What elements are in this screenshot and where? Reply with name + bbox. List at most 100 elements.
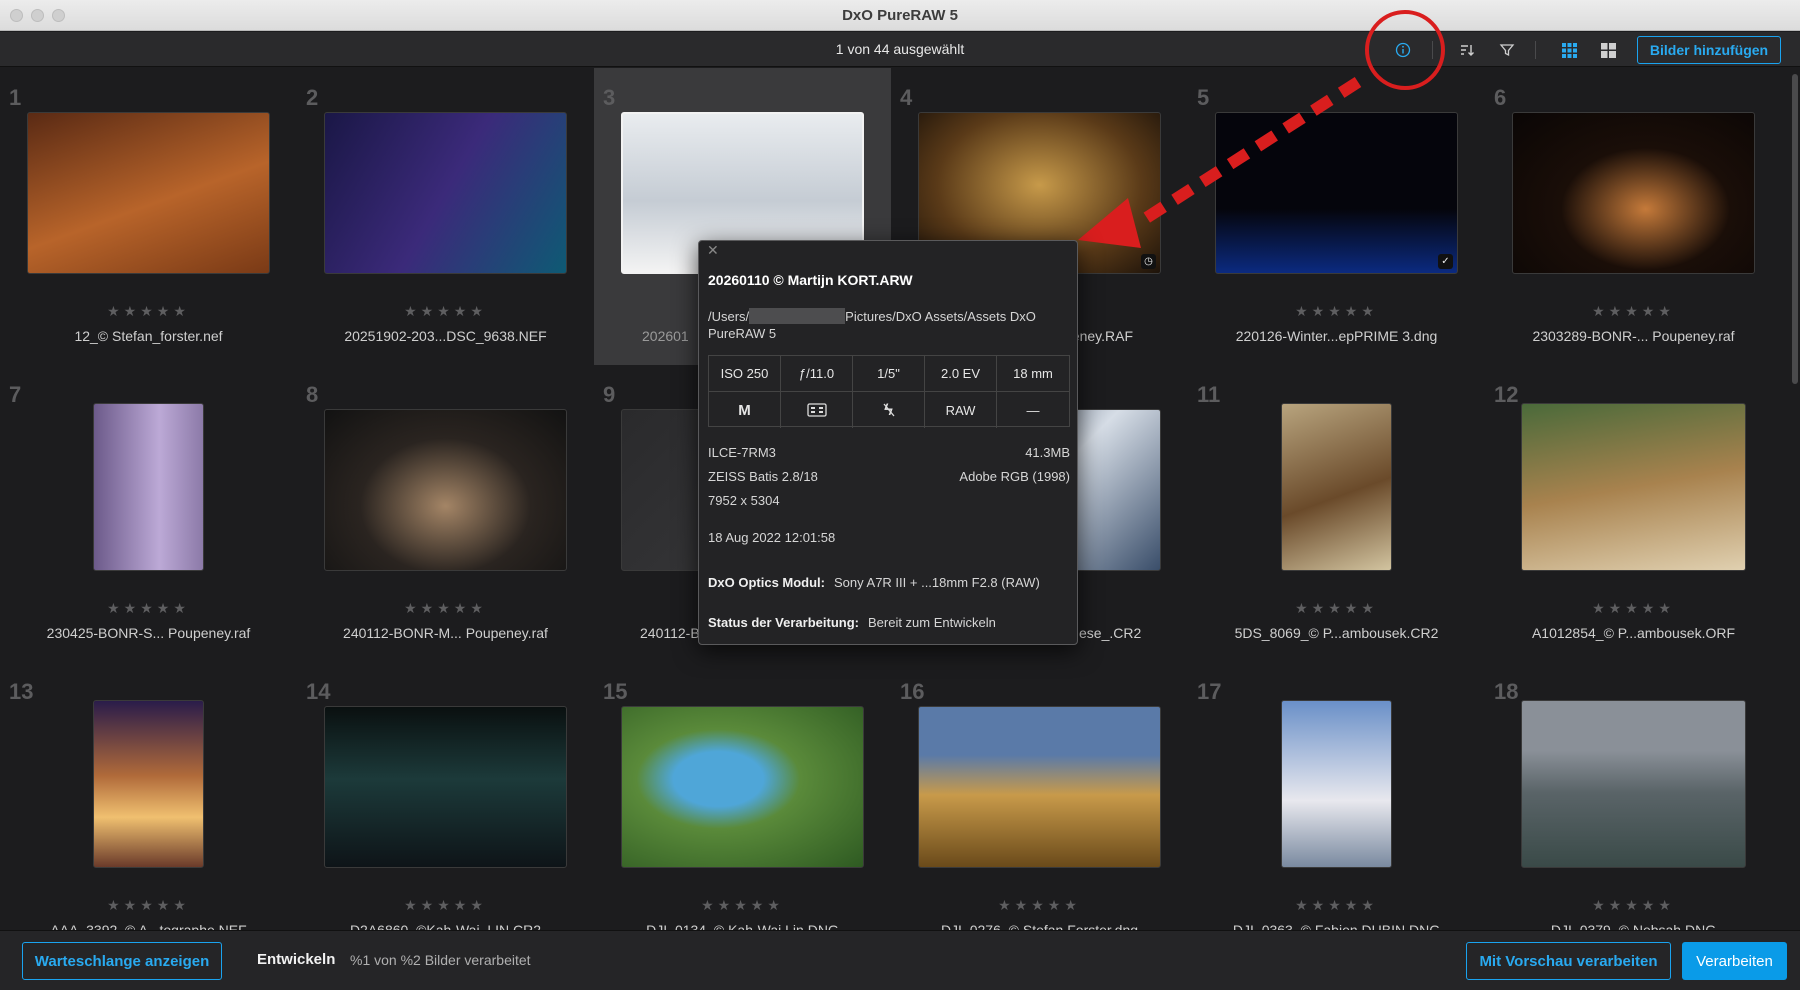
- sort-icon[interactable]: [1456, 39, 1478, 61]
- process-with-preview-button[interactable]: Mit Vorschau verarbeiten: [1466, 942, 1671, 980]
- optics-row: DxO Optics Modul: Sony A7R III + ...18mm …: [708, 575, 1070, 590]
- window-controls: [10, 9, 65, 22]
- image-cell[interactable]: 12 ★★★★★ A1012854_© P...ambousek.ORF: [1485, 365, 1782, 662]
- metering-icon: [781, 392, 853, 428]
- star-rating[interactable]: ★★★★★: [1188, 303, 1485, 320]
- add-images-button[interactable]: Bilder hinzufügen: [1637, 36, 1781, 64]
- image-filename: DJI_0363_© Fabien DUBIN.DNG: [1232, 922, 1441, 930]
- image-thumbnail[interactable]: [1281, 403, 1392, 571]
- status-value: Bereit zum Entwickeln: [867, 615, 996, 630]
- image-info-popover: ✕ 20260110 © Martijn KORT.ARW /Users/Pic…: [698, 240, 1078, 645]
- star-rating[interactable]: ★★★★★: [1485, 897, 1782, 914]
- image-filename: 240112-BONR-M... Poupeney.raf: [343, 625, 548, 641]
- process-button[interactable]: Verarbeiten: [1682, 942, 1787, 980]
- star-rating[interactable]: ★★★★★: [297, 897, 594, 914]
- star-rating[interactable]: ★★★★★: [1188, 600, 1485, 617]
- star-rating[interactable]: ★★★★★: [1485, 600, 1782, 617]
- status-row: Status der Verarbeitung: Bereit zum Entwi…: [708, 615, 1070, 630]
- image-cell[interactable]: 11 ★★★★★ 5DS_8069_© P...ambousek.CR2: [1188, 365, 1485, 662]
- lens-model: ZEISS Batis 2.8/18: [708, 469, 818, 484]
- check-icon: ✓: [1438, 254, 1453, 269]
- file-size: 41.3MB: [1025, 445, 1070, 460]
- image-index: 1: [9, 85, 22, 110]
- grid-view-icon[interactable]: [1558, 39, 1580, 61]
- filter-icon[interactable]: [1496, 39, 1518, 61]
- image-index: 13: [9, 679, 34, 704]
- image-index: 12: [1494, 382, 1519, 407]
- exif-shutter: 1/5": [853, 356, 925, 392]
- image-thumbnail[interactable]: [1521, 403, 1746, 571]
- image-thumbnail[interactable]: [1281, 700, 1392, 868]
- star-rating[interactable]: ★★★★★: [1188, 897, 1485, 914]
- footer-bar: Warteschlange anzeigen Entwickeln %1 von…: [0, 930, 1800, 990]
- star-rating[interactable]: ★★★★★: [1485, 303, 1782, 320]
- close-window-icon[interactable]: [10, 9, 23, 22]
- mosaic-view-icon[interactable]: [1597, 39, 1619, 61]
- app-window: DxO PureRAW 5 1 von 44 ausgewählt Bilder…: [0, 0, 1800, 990]
- minimize-window-icon[interactable]: [31, 9, 44, 22]
- star-rating[interactable]: ★★★★★: [891, 897, 1188, 914]
- image-cell[interactable]: 17 ★★★★★ DJI_0363_© Fabien DUBIN.DNG: [1188, 662, 1485, 930]
- image-thumbnail[interactable]: [918, 706, 1161, 868]
- title-bar: DxO PureRAW 5: [0, 0, 1800, 31]
- image-index: 2: [306, 85, 319, 110]
- image-thumbnail[interactable]: [621, 706, 864, 868]
- image-index: 5: [1197, 85, 1210, 110]
- image-thumbnail[interactable]: [93, 403, 204, 571]
- image-filename: 220126-Winter...epPRIME 3.dng: [1235, 328, 1438, 344]
- image-cell[interactable]: 13 ★★★★★ AAA_3392_© A...tographe.NEF: [0, 662, 297, 930]
- star-rating[interactable]: ★★★★★: [594, 897, 891, 914]
- flash-off-icon: ϟ: [853, 392, 925, 428]
- star-rating[interactable]: ★★★★★: [297, 600, 594, 617]
- image-index: 14: [306, 679, 331, 704]
- develop-label: Entwickeln: [257, 951, 336, 968]
- exif-iso: ISO 250: [709, 356, 781, 392]
- image-cell[interactable]: 16 ★★★★★ DJI_0276_© Stefan Forster.dng: [891, 662, 1188, 930]
- close-icon[interactable]: ✕: [707, 242, 719, 259]
- zoom-window-icon[interactable]: [52, 9, 65, 22]
- popover-title: 20260110 © Martijn KORT.ARW: [708, 272, 913, 288]
- image-cell[interactable]: 8 ★★★★★ 240112-BONR-M... Poupeney.raf: [297, 365, 594, 662]
- scrollbar[interactable]: [1790, 68, 1800, 930]
- show-queue-button[interactable]: Warteschlange anzeigen: [22, 942, 222, 980]
- toolbar: 1 von 44 ausgewählt Bilder hinzufügen: [0, 32, 1800, 67]
- optics-value: Sony A7R III + ...18mm F2.8 (RAW): [834, 575, 1040, 590]
- image-thumbnail[interactable]: [93, 700, 204, 868]
- image-cell[interactable]: 5 ✓ ★★★★★ 220126-Winter...epPRIME 3.dng: [1188, 68, 1485, 365]
- image-index: 15: [603, 679, 628, 704]
- star-rating[interactable]: ★★★★★: [0, 897, 297, 914]
- star-rating[interactable]: ★★★★★: [297, 303, 594, 320]
- image-index: 3: [603, 85, 616, 110]
- image-thumbnail[interactable]: [1512, 112, 1755, 274]
- image-cell[interactable]: 6 ★★★★★ 2303289-BONR-... Poupeney.raf: [1485, 68, 1782, 365]
- image-dimensions: 7952 x 5304: [708, 493, 780, 508]
- image-filename: DJI_0379_© Nebsah.DNG: [1550, 922, 1717, 930]
- image-filename: D2A6860_©Kah-Wai_LIN.CR2: [349, 922, 542, 930]
- image-filename: AAA_3392_© A...tographe.NEF: [50, 922, 247, 930]
- image-cell[interactable]: 1 ★★★★★ 12_© Stefan_forster.nef: [0, 68, 297, 365]
- image-cell[interactable]: 7 ★★★★★ 230425-BONR-S... Poupeney.raf: [0, 365, 297, 662]
- image-thumbnail[interactable]: [324, 112, 567, 274]
- develop-status: %1 von %2 Bilder verarbeitet: [350, 952, 531, 968]
- image-thumbnail[interactable]: [324, 706, 567, 868]
- image-thumbnail[interactable]: [1215, 112, 1458, 274]
- image-cell[interactable]: 18 ★★★★★ DJI_0379_© Nebsah.DNG: [1485, 662, 1782, 930]
- image-filename: A1012854_© P...ambousek.ORF: [1531, 625, 1736, 641]
- image-filename: DJI_0134_© Kah-Wai Lin.DNG: [646, 922, 839, 930]
- scrollbar-thumb[interactable]: [1792, 74, 1798, 384]
- redacted-block: [749, 308, 846, 324]
- image-cell[interactable]: 14 ★★★★★ D2A6860_©Kah-Wai_LIN.CR2: [297, 662, 594, 930]
- image-thumbnail[interactable]: [27, 112, 270, 274]
- selection-count: 1 von 44 ausgewählt: [835, 41, 965, 57]
- star-rating[interactable]: ★★★★★: [0, 303, 297, 320]
- image-thumbnail[interactable]: [324, 409, 567, 571]
- image-cell[interactable]: 15 ★★★★★ DJI_0134_© Kah-Wai Lin.DNG: [594, 662, 891, 930]
- star-rating[interactable]: ★★★★★: [0, 600, 297, 617]
- image-filename: 5DS_8069_© P...ambousek.CR2: [1234, 625, 1439, 641]
- camera-model: ILCE-7RM3: [708, 445, 776, 460]
- image-filename: 2303289-BONR-... Poupeney.raf: [1532, 328, 1735, 344]
- image-thumbnail[interactable]: [1521, 700, 1746, 868]
- image-cell[interactable]: 2 ★★★★★ 20251902-203...DSC_9638.NEF: [297, 68, 594, 365]
- image-filename: 20251902-203...DSC_9638.NEF: [344, 328, 547, 344]
- exif-focal: 18 mm: [997, 356, 1069, 392]
